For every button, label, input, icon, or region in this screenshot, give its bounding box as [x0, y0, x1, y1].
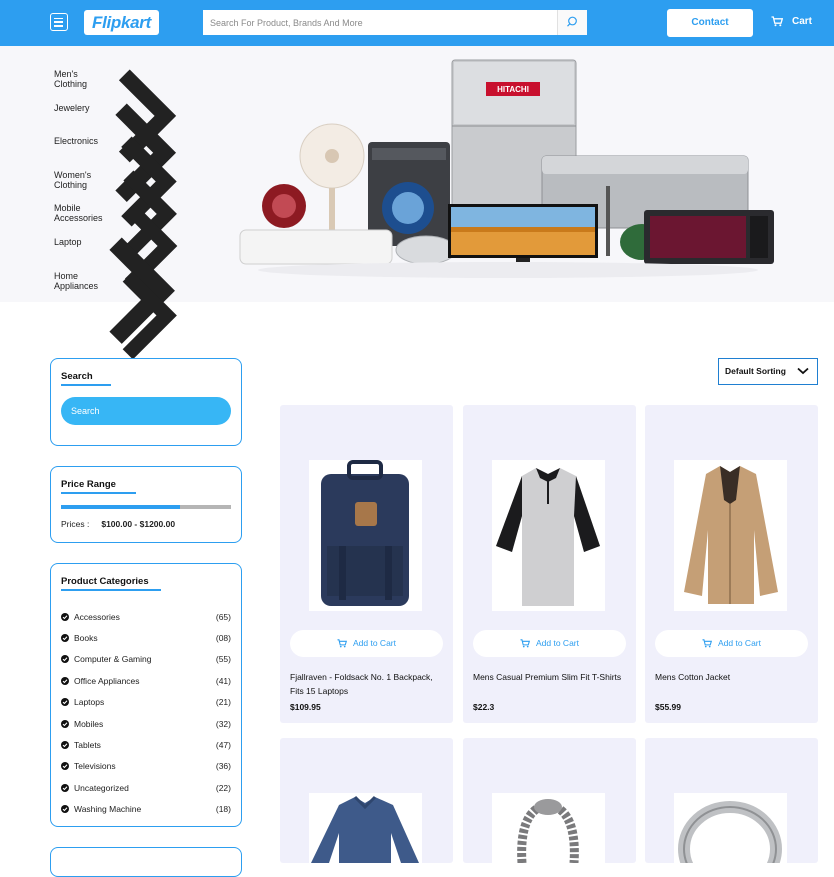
category-item-mobile-accessories[interactable]: Mobile Accessories	[54, 203, 189, 289]
product-name[interactable]: Fjallraven - Foldsack No. 1 Backpack, Fi…	[290, 670, 445, 698]
cart-icon	[771, 16, 783, 27]
cart-link[interactable]: Cart	[771, 16, 812, 27]
search-input[interactable]	[203, 10, 556, 35]
product-card[interactable]: Add to Cart Fjallraven - Foldsack No. 1 …	[280, 405, 453, 723]
cart-icon	[520, 639, 531, 648]
price-range-fill	[61, 505, 180, 509]
product-category-item[interactable]: Washing Machine (18)	[61, 799, 231, 820]
product-card[interactable]: Add to Cart Mens Casual Premium Slim Fit…	[463, 405, 636, 723]
add-to-cart-button[interactable]: Add to Cart	[290, 630, 443, 657]
widget-title: Product Categories	[61, 576, 149, 587]
title-underline	[61, 384, 111, 386]
product-category-item[interactable]: Tablets (47)	[61, 734, 231, 755]
category-item-home-appliances[interactable]: Home Appliances	[54, 271, 189, 359]
product-category-item[interactable]: Uncategorized (22)	[61, 777, 231, 798]
product-price: $55.99	[655, 702, 681, 712]
product-card[interactable]	[280, 738, 453, 863]
cart-label: Cart	[792, 16, 813, 27]
product-category-item[interactable]: Mobiles (32)	[61, 713, 231, 734]
availability-widget	[50, 847, 242, 877]
product-card[interactable]	[463, 738, 636, 863]
add-to-cart-button[interactable]: Add to Cart	[473, 630, 626, 657]
product-image-backpack[interactable]	[309, 460, 422, 611]
cart-icon	[337, 639, 348, 648]
category-item-laptop[interactable]: Laptop	[54, 237, 189, 344]
check-circle-icon	[61, 805, 69, 814]
widget-title: Search	[61, 371, 93, 382]
contact-button[interactable]: Contact	[667, 9, 753, 37]
check-circle-icon	[61, 634, 69, 643]
product-card[interactable]	[645, 738, 818, 863]
product-card[interactable]: Add to Cart Mens Cotton Jacket $55.99	[645, 405, 818, 723]
product-image-ring[interactable]	[674, 793, 787, 863]
check-circle-icon	[61, 612, 69, 621]
site-logo[interactable]: Flipkart	[84, 10, 159, 35]
price-range-widget: Price Range Prices : $100.00 - $1200.00	[50, 466, 242, 543]
search-widget: Search Search	[50, 358, 242, 446]
add-to-cart-button[interactable]: Add to Cart	[655, 630, 808, 657]
product-image-jacket[interactable]	[674, 460, 787, 611]
cart-icon	[702, 639, 713, 648]
search-button[interactable]	[557, 10, 587, 35]
category-item-mens-clothing[interactable]: Men's Clothing	[54, 69, 189, 163]
product-price: $22.3	[473, 702, 495, 712]
hero-section: Men's Clothing Jewelery Electronics Wome…	[0, 46, 834, 359]
chevron-down-icon	[797, 367, 809, 375]
widget-title: Price Range	[61, 479, 116, 490]
menu-icon[interactable]	[50, 13, 68, 31]
product-image-tshirt[interactable]	[492, 460, 605, 611]
title-underline	[61, 492, 136, 494]
product-price: $109.95	[290, 702, 321, 712]
product-category-list: Accessories (65) Books (08) Computer & Gam…	[61, 606, 231, 820]
sorting-select[interactable]: Default Sorting	[718, 358, 818, 385]
hitachi-logo: HITACHI	[497, 85, 529, 94]
product-name[interactable]: Mens Casual Premium Slim Fit T-Shirts	[473, 670, 628, 684]
product-category-item[interactable]: Laptops (21)	[61, 692, 231, 713]
product-image-bracelet[interactable]	[492, 793, 605, 863]
category-menu: Men's Clothing Jewelery Electronics Wome…	[54, 69, 189, 359]
check-circle-icon	[61, 783, 69, 792]
check-circle-icon	[61, 719, 69, 728]
search-bar	[203, 10, 587, 35]
title-underline	[61, 589, 161, 591]
check-circle-icon	[61, 741, 69, 750]
check-circle-icon	[61, 762, 69, 771]
product-category-item[interactable]: Televisions (36)	[61, 756, 231, 777]
category-item-jewelery[interactable]: Jewelery	[54, 103, 189, 202]
category-item-electronics[interactable]: Electronics	[54, 136, 189, 227]
chevron-right-icon	[122, 271, 177, 359]
product-category-item[interactable]: Office Appliances (41)	[61, 670, 231, 691]
category-item-womens-clothing[interactable]: Women's Clothing	[54, 170, 189, 258]
check-circle-icon	[61, 655, 69, 664]
product-category-item[interactable]: Accessories (65)	[61, 606, 231, 627]
product-category-item[interactable]: Books (08)	[61, 627, 231, 648]
top-navbar: Flipkart Contact Cart	[0, 0, 834, 46]
appliances-banner-image: HITACHI	[239, 59, 774, 278]
product-category-item[interactable]: Computer & Gaming (55)	[61, 649, 231, 670]
check-circle-icon	[61, 676, 69, 685]
price-range-slider[interactable]	[61, 505, 231, 509]
check-circle-icon	[61, 698, 69, 707]
product-image-sweater[interactable]	[309, 793, 422, 863]
sidebar-search-button[interactable]: Search	[61, 397, 231, 425]
search-icon	[567, 16, 577, 27]
price-range-text: Prices : $100.00 - $1200.00	[61, 519, 176, 529]
product-categories-widget: Product Categories Accessories (65) Books…	[50, 563, 242, 827]
product-name[interactable]: Mens Cotton Jacket	[655, 670, 810, 684]
